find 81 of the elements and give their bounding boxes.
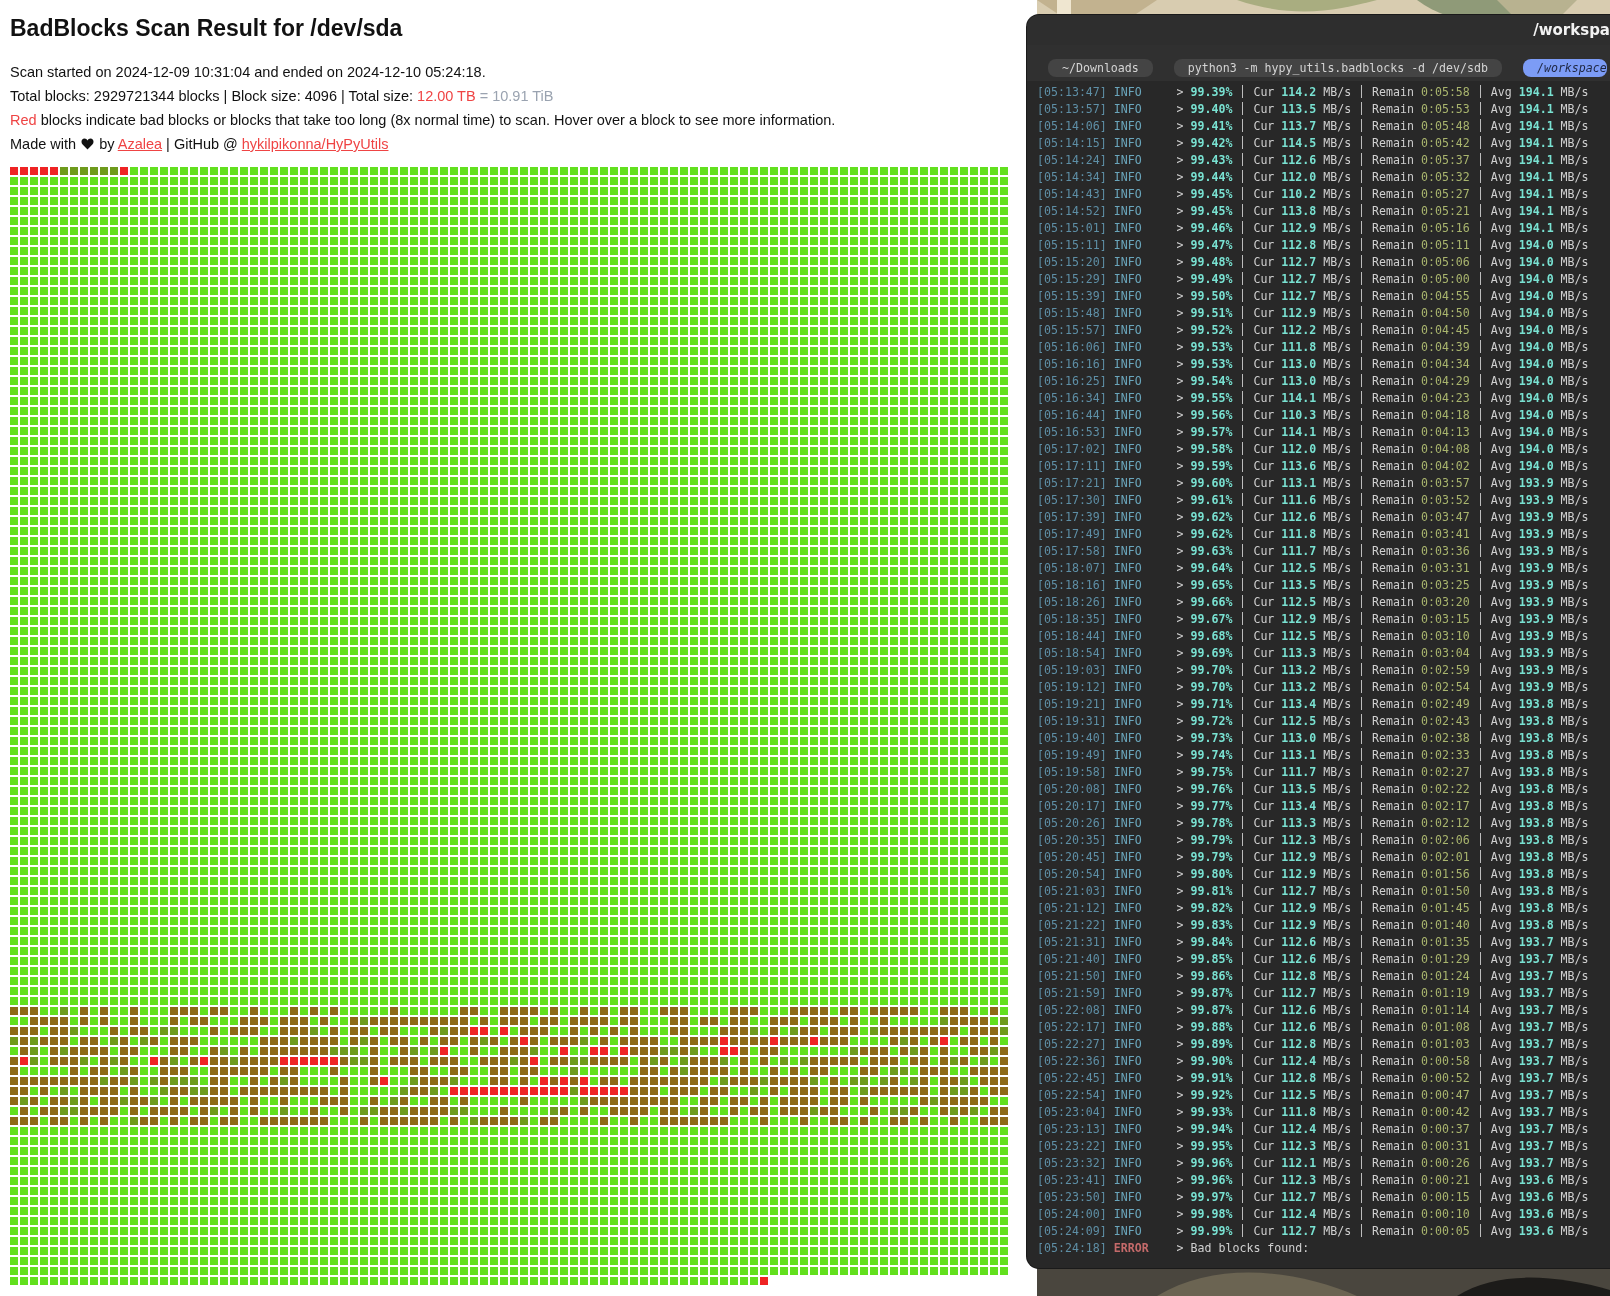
log-line: [05:18:16] INFO > 99.65% Cur 113.5 MB/s Remain 0:03:25 Avg 193.9 MB/s — [1037, 577, 1589, 594]
log-line: [05:16:06] INFO > 99.53% Cur 111.8 MB/s Remain 0:04:39 Avg 194.0 MB/s — [1037, 339, 1589, 356]
log-line: [05:13:47] INFO > 99.39% Cur 114.2 MB/s Remain 0:05:58 Avg 194.1 MB/s — [1037, 84, 1589, 101]
log-line: [05:15:57] INFO > 99.52% Cur 112.2 MB/s Remain 0:04:45 Avg 194.0 MB/s — [1037, 322, 1589, 339]
log-line: [05:23:22] INFO > 99.95% Cur 112.3 MB/s Remain 0:00:31 Avg 193.7 MB/s — [1037, 1138, 1589, 1155]
log-line: [05:18:35] INFO > 99.67% Cur 112.9 MB/s Remain 0:03:15 Avg 193.9 MB/s — [1037, 611, 1589, 628]
log-line: [05:16:25] INFO > 99.54% Cur 113.0 MB/s Remain 0:04:29 Avg 194.0 MB/s — [1037, 373, 1589, 390]
log-line: [05:16:16] INFO > 99.53% Cur 113.0 MB/s Remain 0:04:34 Avg 194.0 MB/s — [1037, 356, 1589, 373]
log-line: [05:17:58] INFO > 99.63% Cur 111.7 MB/s Remain 0:03:36 Avg 193.9 MB/s — [1037, 543, 1589, 560]
log-line: [05:17:02] INFO > 99.58% Cur 112.0 MB/s Remain 0:04:08 Avg 194.0 MB/s — [1037, 441, 1589, 458]
log-line: [05:24:00] INFO > 99.98% Cur 112.4 MB/s Remain 0:00:10 Avg 193.6 MB/s — [1037, 1206, 1589, 1223]
log-line: [05:16:34] INFO > 99.55% Cur 114.1 MB/s Remain 0:04:23 Avg 194.0 MB/s — [1037, 390, 1589, 407]
log-line: [05:19:58] INFO > 99.75% Cur 111.7 MB/s Remain 0:02:27 Avg 193.8 MB/s — [1037, 764, 1589, 781]
log-line: [05:19:49] INFO > 99.74% Cur 113.1 MB/s Remain 0:02:33 Avg 193.8 MB/s — [1037, 747, 1589, 764]
log-line: [05:19:03] INFO > 99.70% Cur 113.2 MB/s Remain 0:02:59 Avg 193.9 MB/s — [1037, 662, 1589, 679]
log-line: [05:23:04] INFO > 99.93% Cur 111.8 MB/s Remain 0:00:42 Avg 193.7 MB/s — [1037, 1104, 1589, 1121]
log-line: [05:13:57] INFO > 99.40% Cur 113.5 MB/s Remain 0:05:53 Avg 194.1 MB/s — [1037, 101, 1589, 118]
totals-line: Total blocks: 2929721344 blocks | Block size: 4096 | Total size: 12.00 TB = 10.91 TiB — [10, 87, 554, 106]
window-title: /workspa — [1533, 21, 1610, 39]
log-line: [05:22:27] INFO > 99.89% Cur 112.8 MB/s Remain 0:01:03 Avg 193.7 MB/s — [1037, 1036, 1589, 1053]
heart-icon — [81, 138, 95, 150]
log-line: [05:17:30] INFO > 99.61% Cur 111.6 MB/s Remain 0:03:52 Avg 193.9 MB/s — [1037, 492, 1589, 509]
repo-link[interactable]: hykilpikonna/HyPyUtils — [241, 136, 389, 152]
credit-line: Made with by Azalea | GitHub @ hykilpikonna/HyPyUtils — [10, 135, 389, 154]
terminal-tab[interactable]: python3 -m hypy_utils.badblocks -d /dev/sdb — [1173, 59, 1502, 77]
log-line: [05:15:29] INFO > 99.49% Cur 112.7 MB/s Remain 0:05:00 Avg 194.0 MB/s — [1037, 271, 1589, 288]
log-line: [05:19:12] INFO > 99.70% Cur 113.2 MB/s Remain 0:02:54 Avg 193.9 MB/s — [1037, 679, 1589, 696]
legend-line: Red blocks indicate bad blocks or blocks that take too long (8x normal time) to scan. Hover over a block to see more information. — [10, 111, 836, 130]
log-line: [05:16:44] INFO > 99.56% Cur 110.3 MB/s Remain 0:04:18 Avg 194.0 MB/s — [1037, 407, 1589, 424]
log-line: [05:19:40] INFO > 99.73% Cur 113.0 MB/s Remain 0:02:38 Avg 193.8 MB/s — [1037, 730, 1589, 747]
log-line: [05:17:21] INFO > 99.60% Cur 113.1 MB/s Remain 0:03:57 Avg 193.9 MB/s — [1037, 475, 1589, 492]
log-line: [05:21:50] INFO > 99.86% Cur 112.8 MB/s Remain 0:01:24 Avg 193.7 MB/s — [1037, 968, 1589, 985]
log-line: [05:17:11] INFO > 99.59% Cur 113.6 MB/s Remain 0:04:02 Avg 194.0 MB/s — [1037, 458, 1589, 475]
log-line: [05:20:08] INFO > 99.76% Cur 113.5 MB/s Remain 0:02:22 Avg 193.8 MB/s — [1037, 781, 1589, 798]
log-line: [05:17:39] INFO > 99.62% Cur 112.6 MB/s Remain 0:03:47 Avg 193.9 MB/s — [1037, 509, 1589, 526]
log-line: [05:22:08] INFO > 99.87% Cur 112.6 MB/s Remain 0:01:14 Avg 193.7 MB/s — [1037, 1002, 1589, 1019]
log-line: [05:15:39] INFO > 99.50% Cur 112.7 MB/s Remain 0:04:55 Avg 194.0 MB/s — [1037, 288, 1589, 305]
log-line: [05:21:03] INFO > 99.81% Cur 112.7 MB/s Remain 0:01:50 Avg 193.8 MB/s — [1037, 883, 1589, 900]
log-line: [05:15:01] INFO > 99.46% Cur 112.9 MB/s Remain 0:05:16 Avg 194.1 MB/s — [1037, 220, 1589, 237]
log-line: [05:22:36] INFO > 99.90% Cur 112.4 MB/s Remain 0:00:58 Avg 193.7 MB/s — [1037, 1053, 1589, 1070]
log-line: [05:15:20] INFO > 99.48% Cur 112.7 MB/s Remain 0:05:06 Avg 194.0 MB/s — [1037, 254, 1589, 271]
log-line: [05:18:44] INFO > 99.68% Cur 112.5 MB/s Remain 0:03:10 Avg 193.9 MB/s — [1037, 628, 1589, 645]
log-line: [05:18:07] INFO > 99.64% Cur 112.5 MB/s Remain 0:03:31 Avg 193.9 MB/s — [1037, 560, 1589, 577]
log-line: [05:17:49] INFO > 99.62% Cur 111.8 MB/s Remain 0:03:41 Avg 193.9 MB/s — [1037, 526, 1589, 543]
log-line: [05:20:26] INFO > 99.78% Cur 113.3 MB/s Remain 0:02:12 Avg 193.8 MB/s — [1037, 815, 1589, 832]
terminal-tab[interactable]: /workspace — [1522, 59, 1607, 77]
log-line: [05:20:45] INFO > 99.79% Cur 112.9 MB/s Remain 0:02:01 Avg 193.8 MB/s — [1037, 849, 1589, 866]
author-link[interactable]: Azalea — [117, 136, 163, 152]
log-line: [05:21:59] INFO > 99.87% Cur 112.7 MB/s Remain 0:01:19 Avg 193.7 MB/s — [1037, 985, 1589, 1002]
log-line: [05:21:12] INFO > 99.82% Cur 112.9 MB/s Remain 0:01:45 Avg 193.8 MB/s — [1037, 900, 1589, 917]
log-line: [05:14:15] INFO > 99.42% Cur 114.5 MB/s Remain 0:05:42 Avg 194.1 MB/s — [1037, 135, 1589, 152]
log-line: [05:21:31] INFO > 99.84% Cur 112.6 MB/s Remain 0:01:35 Avg 193.7 MB/s — [1037, 934, 1589, 951]
log-line: [05:18:26] INFO > 99.66% Cur 112.5 MB/s Remain 0:03:20 Avg 193.9 MB/s — [1037, 594, 1589, 611]
log-line: [05:14:34] INFO > 99.44% Cur 112.0 MB/s Remain 0:05:32 Avg 194.1 MB/s — [1037, 169, 1589, 186]
log-line: [05:21:40] INFO > 99.85% Cur 112.6 MB/s Remain 0:01:29 Avg 193.7 MB/s — [1037, 951, 1589, 968]
log-line: [05:14:24] INFO > 99.43% Cur 112.6 MB/s Remain 0:05:37 Avg 194.1 MB/s — [1037, 152, 1589, 169]
log-line: [05:22:54] INFO > 99.92% Cur 112.5 MB/s Remain 0:00:47 Avg 193.7 MB/s — [1037, 1087, 1589, 1104]
log-line: [05:20:17] INFO > 99.77% Cur 113.4 MB/s Remain 0:02:17 Avg 193.8 MB/s — [1037, 798, 1589, 815]
log-line: [05:23:13] INFO > 99.94% Cur 112.4 MB/s Remain 0:00:37 Avg 193.7 MB/s — [1037, 1121, 1589, 1138]
log-line: [05:14:43] INFO > 99.45% Cur 110.2 MB/s Remain 0:05:27 Avg 194.1 MB/s — [1037, 186, 1589, 203]
terminal-tab[interactable]: ~/Downloads — [1048, 59, 1153, 77]
log-line: [05:15:48] INFO > 99.51% Cur 112.9 MB/s Remain 0:04:50 Avg 194.0 MB/s — [1037, 305, 1589, 322]
log-line: [05:23:32] INFO > 99.96% Cur 112.1 MB/s Remain 0:00:26 Avg 193.7 MB/s — [1037, 1155, 1589, 1172]
log-line: [05:20:54] INFO > 99.80% Cur 112.9 MB/s Remain 0:01:56 Avg 193.8 MB/s — [1037, 866, 1589, 883]
log-line: [05:16:53] INFO > 99.57% Cur 114.1 MB/s Remain 0:04:13 Avg 194.0 MB/s — [1037, 424, 1589, 441]
log-line: [05:23:41] INFO > 99.96% Cur 112.3 MB/s Remain 0:00:21 Avg 193.6 MB/s — [1037, 1172, 1589, 1189]
page-title: BadBlocks Scan Result for /dev/sda — [10, 14, 403, 43]
scan-times-line: Scan started on 2024-12-09 10:31:04 and ended on 2024-12-10 05:24:18. — [10, 63, 486, 82]
log-line: [05:18:54] INFO > 99.69% Cur 113.3 MB/s Remain 0:03:04 Avg 193.9 MB/s — [1037, 645, 1589, 662]
log-line: [05:19:21] INFO > 99.71% Cur 113.4 MB/s Remain 0:02:49 Avg 193.8 MB/s — [1037, 696, 1589, 713]
log-line: [05:22:17] INFO > 99.88% Cur 112.6 MB/s Remain 0:01:08 Avg 193.7 MB/s — [1037, 1019, 1589, 1036]
log-line: [05:24:18] ERROR > Bad blocks found: — [1037, 1240, 1310, 1257]
log-line: [05:15:11] INFO > 99.47% Cur 112.8 MB/s Remain 0:05:11 Avg 194.0 MB/s — [1037, 237, 1589, 254]
log-line: [05:21:22] INFO > 99.83% Cur 112.9 MB/s Remain 0:01:40 Avg 193.8 MB/s — [1037, 917, 1589, 934]
log-line: [05:20:35] INFO > 99.79% Cur 112.3 MB/s Remain 0:02:06 Avg 193.8 MB/s — [1037, 832, 1589, 849]
log-line: [05:22:45] INFO > 99.91% Cur 112.8 MB/s Remain 0:00:52 Avg 193.7 MB/s — [1037, 1070, 1589, 1087]
log-line: [05:14:06] INFO > 99.41% Cur 113.7 MB/s Remain 0:05:48 Avg 194.1 MB/s — [1037, 118, 1589, 135]
log-line: [05:23:50] INFO > 99.97% Cur 112.7 MB/s Remain 0:00:15 Avg 193.6 MB/s — [1037, 1189, 1589, 1206]
log-line: [05:19:31] INFO > 99.72% Cur 112.5 MB/s Remain 0:02:43 Avg 193.8 MB/s — [1037, 713, 1589, 730]
log-line: [05:24:09] INFO > 99.99% Cur 112.7 MB/s Remain 0:00:05 Avg 193.6 MB/s — [1037, 1223, 1589, 1240]
log-line: [05:14:52] INFO > 99.45% Cur 113.8 MB/s Remain 0:05:21 Avg 194.1 MB/s — [1037, 203, 1589, 220]
